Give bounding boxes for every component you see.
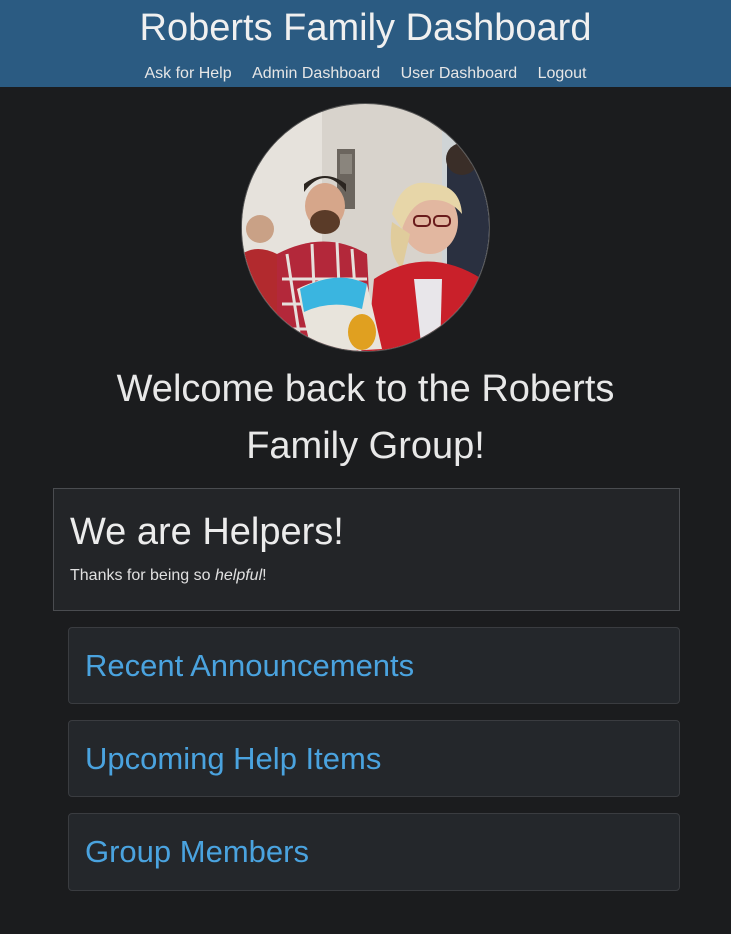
nav-logout[interactable]: Logout	[538, 65, 587, 82]
site-header: Roberts Family Dashboard Ask for Help Ad…	[0, 0, 731, 87]
card-group-members: Group Members	[68, 813, 680, 891]
group-photo-image	[242, 104, 489, 351]
card-recent-announcements: Recent Announcements	[68, 627, 680, 704]
helpers-heading: We are Helpers!	[70, 511, 344, 553]
group-members-link[interactable]: Group Members	[85, 834, 309, 870]
group-photo	[241, 103, 490, 352]
group-photo-container	[0, 103, 731, 357]
nav-admin-dashboard[interactable]: Admin Dashboard	[252, 65, 380, 82]
recent-announcements-link[interactable]: Recent Announcements	[85, 648, 414, 684]
helpers-message-emphasis: helpful	[214, 567, 263, 584]
helpers-message-end: !	[262, 567, 267, 584]
card-upcoming-help-items: Upcoming Help Items	[68, 720, 680, 797]
top-nav: Ask for Help Admin Dashboard User Dashbo…	[0, 64, 731, 84]
helpers-message-start: Thanks for being so	[70, 567, 215, 584]
welcome-heading: Welcome back to the Roberts Family Group…	[116, 368, 615, 467]
page-title: Roberts Family Dashboard	[139, 7, 592, 49]
nav-user-dashboard[interactable]: User Dashboard	[401, 65, 518, 82]
upcoming-help-items-link[interactable]: Upcoming Help Items	[85, 741, 381, 777]
helpers-message: Thanks for being so helpful!	[70, 567, 663, 585]
helpers-panel: We are Helpers! Thanks for being so help…	[53, 488, 680, 611]
nav-ask-for-help[interactable]: Ask for Help	[144, 65, 231, 82]
